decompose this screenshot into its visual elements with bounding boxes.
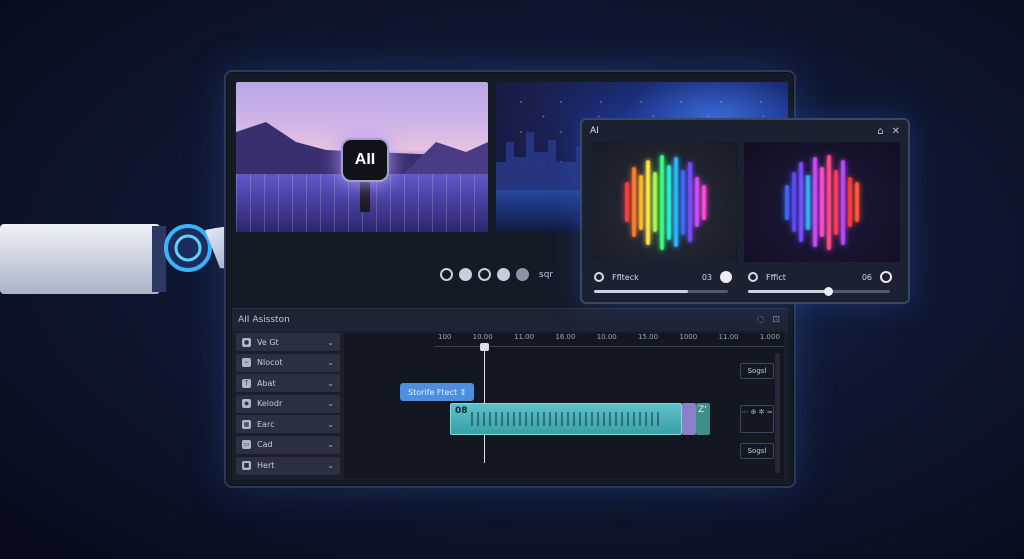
preview-left[interactable]: AII	[236, 82, 488, 232]
effect-slider-2[interactable]	[748, 287, 890, 296]
segment-button[interactable]: Sogsl	[740, 443, 774, 459]
track-item[interactable]: ▦ Earc ⌄	[236, 415, 340, 434]
ruler-tick: 10.00	[596, 333, 617, 341]
ruler-tick: 100	[438, 333, 452, 341]
pause-button[interactable]	[478, 268, 491, 281]
effect-toggle[interactable]	[880, 271, 892, 283]
wave-icon: ~	[242, 358, 251, 368]
playback-controls: sqr	[440, 268, 553, 281]
effect-value: 06	[861, 272, 872, 282]
ruler-tick: 15.00	[638, 333, 659, 341]
ruler-tick: 11.00	[514, 333, 535, 341]
assistant-header: AII Asisston ◌ ⊡	[232, 309, 788, 331]
slider-fill	[594, 290, 688, 293]
chevron-down-icon[interactable]: ⌄	[327, 358, 334, 367]
assistant-panel: AII Asisston ◌ ⊡ ● Ve Gt ⌄ ~ Nlocot ⌄ T Abat ⌄…	[232, 308, 788, 480]
home-icon[interactable]: ⌂	[877, 126, 883, 137]
clip-label: 08	[455, 406, 468, 416]
square-icon: ■	[242, 461, 251, 471]
effect-icon	[594, 272, 604, 282]
image-icon: ▦	[242, 419, 251, 429]
effect-row-2[interactable]: Fffict 06	[748, 268, 892, 286]
spectrum-bars	[744, 152, 900, 252]
track-label: Hert	[257, 461, 275, 471]
track-list: ● Ve Gt ⌄ ~ Nlocot ⌄ T Abat ⌄ ◆ Kelodr ⌄ ▦ Earc ⌄ …	[236, 333, 340, 477]
video-clip[interactable]: 08	[450, 403, 682, 435]
playback-label: sqr	[539, 269, 554, 280]
effect-row-1[interactable]: Fflteck 03	[594, 268, 732, 286]
clip-tools[interactable]: ⋯ ⊕ ✲ ≈	[740, 405, 774, 433]
slider-fill	[748, 290, 827, 293]
ai-effects-popup: AI ⌂ ✕ Fflteck 03 Fffict 06	[580, 118, 910, 304]
assistant-title: AII Asisston	[238, 315, 290, 325]
effect-slider-1[interactable]	[594, 290, 728, 293]
clip-transition[interactable]	[682, 403, 696, 435]
effect-value: 03	[701, 272, 712, 282]
export-icon[interactable]: ⊡	[772, 315, 780, 325]
track-label: Earc	[257, 419, 275, 429]
robot-body	[360, 182, 370, 212]
slider-thumb[interactable]	[824, 287, 833, 296]
loop-button[interactable]	[516, 268, 529, 281]
chevron-down-icon[interactable]: ⌄	[327, 461, 334, 470]
track-item[interactable]: ~ Nlocot ⌄	[236, 353, 340, 372]
track-label: Abat	[257, 378, 276, 388]
track-item[interactable]: ▭ Cad ⌄	[236, 435, 340, 454]
settings-icon[interactable]: ◌	[757, 315, 765, 325]
stop-button[interactable]	[497, 268, 510, 281]
effect-label: Fffict	[766, 272, 786, 282]
track-item[interactable]: ■ Hert ⌄	[236, 456, 340, 475]
ruler-tick: 11.00	[718, 333, 739, 341]
close-icon[interactable]: ✕	[892, 126, 900, 137]
spectrum-bars	[592, 152, 738, 252]
effect-thumbnail-1[interactable]	[592, 142, 738, 262]
chevron-down-icon[interactable]: ⌄	[327, 420, 334, 429]
segment-button[interactable]: Sogsl	[740, 363, 774, 379]
text-icon: T	[242, 378, 251, 388]
effect-thumbnail-2[interactable]	[744, 142, 900, 262]
diamond-icon: ◆	[242, 399, 251, 409]
popup-header: AI ⌂ ✕	[582, 120, 908, 142]
track-item[interactable]: T Abat ⌄	[236, 374, 340, 393]
track-label: Cad	[257, 440, 273, 450]
effect-tag[interactable]: Storife Ftect ⇕	[400, 383, 475, 401]
track-label: Nlocot	[257, 358, 283, 368]
popup-title: AI	[590, 126, 599, 136]
effect-toggle[interactable]	[720, 271, 732, 283]
scrollbar[interactable]	[775, 353, 780, 473]
record-button[interactable]	[440, 268, 453, 281]
ruler-tick: 1.000	[759, 333, 780, 341]
ai-chip-badge: AII	[341, 138, 389, 182]
clip-end[interactable]: Z'	[696, 403, 710, 435]
play-button[interactable]	[459, 268, 472, 281]
track-label: Ve Gt	[257, 337, 279, 347]
effect-icon	[748, 272, 758, 282]
track-label: Kelodr	[257, 399, 283, 409]
chevron-down-icon[interactable]: ⌄	[327, 379, 334, 388]
caption-icon: ▭	[242, 440, 251, 450]
chevron-down-icon[interactable]: ⌄	[327, 440, 334, 449]
chevron-down-icon[interactable]: ⌄	[327, 399, 334, 408]
ruler-tick: 1000	[679, 333, 698, 341]
track-item[interactable]: ◆ Kelodr ⌄	[236, 394, 340, 413]
track-item[interactable]: ● Ve Gt ⌄	[236, 333, 340, 351]
timeline[interactable]: 100 10.00 11.00 16.00 10.00 15.00 1000 1…	[344, 333, 784, 479]
chevron-down-icon[interactable]: ⌄	[327, 338, 334, 347]
effect-label: Fflteck	[612, 272, 639, 282]
ruler-tick: 16.00	[555, 333, 576, 341]
circle-icon: ●	[242, 337, 251, 347]
